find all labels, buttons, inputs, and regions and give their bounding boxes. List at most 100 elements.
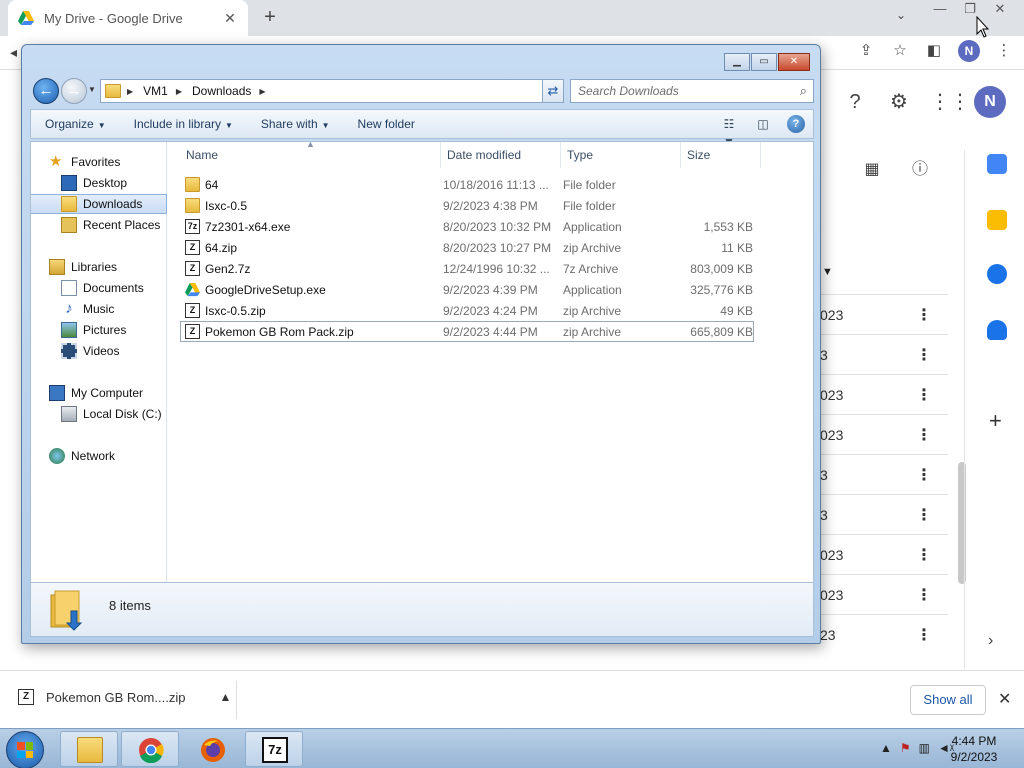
chrome-menu-icon[interactable]: ⋮: [994, 41, 1014, 61]
show-hidden-icons-icon[interactable]: ▲: [880, 741, 892, 755]
nav-libraries[interactable]: Libraries: [31, 257, 167, 277]
forward-button[interactable]: →: [61, 78, 87, 104]
network-icon[interactable]: ▥: [919, 741, 930, 755]
more-actions-icon[interactable]: ⋮: [916, 305, 932, 325]
action-center-icon[interactable]: ⚑: [900, 741, 911, 755]
breadcrumb-separator[interactable]: ▶: [259, 87, 265, 96]
nav-documents[interactable]: Documents: [31, 278, 167, 298]
add-addon-icon[interactable]: +: [989, 408, 1002, 434]
profile-avatar[interactable]: N: [958, 40, 980, 62]
include-in-library-button[interactable]: Include in library ▼: [120, 117, 247, 131]
list-item[interactable]: 023 ⋮: [820, 534, 948, 574]
maximize-button[interactable]: ▭: [751, 53, 777, 71]
apps-grid-icon[interactable]: ⋮⋮: [930, 89, 970, 115]
tab-close-icon[interactable]: ✕: [222, 10, 238, 27]
list-item[interactable]: 023 ⋮: [820, 574, 948, 614]
table-row[interactable]: Z Pokemon GB Rom Pack.zip 9/2/2023 4:44 P…: [180, 321, 754, 342]
more-actions-icon[interactable]: ⋮: [916, 385, 932, 405]
grid-view-icon[interactable]: ▦: [862, 160, 882, 180]
breadcrumb-separator[interactable]: ▶: [127, 87, 133, 96]
support-icon[interactable]: ?: [842, 89, 868, 115]
more-actions-icon[interactable]: ⋮: [916, 545, 932, 565]
taskbar-clock[interactable]: 4:44 PM 9/2/2023: [944, 733, 1004, 765]
list-item[interactable]: 023 ⋮: [820, 374, 948, 414]
list-item[interactable]: 023 ⋮: [820, 294, 948, 334]
list-item[interactable]: 23 ⋮: [820, 614, 948, 654]
back-arrow-icon[interactable]: ◂: [10, 44, 17, 61]
list-item[interactable]: 023 ⋮: [820, 414, 948, 454]
table-row[interactable]: 7z 7z2301-x64.exe 8/20/2023 10:32 PM Appl…: [180, 216, 754, 237]
show-all-button[interactable]: Show all: [910, 685, 986, 715]
nav-desktop[interactable]: Desktop: [31, 173, 167, 193]
tab-my-drive[interactable]: My Drive - Google Drive ✕: [8, 0, 248, 36]
start-button[interactable]: [6, 731, 44, 768]
side-panel-icon[interactable]: ◧: [924, 41, 944, 61]
breadcrumb-separator[interactable]: ▶: [176, 87, 182, 96]
close-button[interactable]: ✕: [778, 53, 810, 71]
search-box[interactable]: ⌕: [570, 79, 814, 103]
account-avatar[interactable]: N: [974, 86, 1006, 118]
table-row[interactable]: GoogleDriveSetup.exe 9/2/2023 4:39 PM Ap…: [180, 279, 754, 300]
share-icon[interactable]: ⇪: [856, 41, 876, 61]
more-actions-icon[interactable]: ⋮: [916, 625, 932, 645]
nav-pictures[interactable]: Pictures: [31, 320, 167, 340]
bookmark-star-icon[interactable]: ☆: [890, 41, 910, 61]
organize-button[interactable]: Organize ▼: [31, 117, 120, 131]
download-item[interactable]: Z Pokemon GB Rom....zip ▲: [18, 689, 231, 705]
sort-caret-icon[interactable]: ▼: [822, 266, 833, 278]
close-button[interactable]: ✕: [990, 0, 1010, 18]
chevron-right-icon[interactable]: ›: [988, 632, 993, 650]
taskbar-chrome[interactable]: [121, 731, 179, 767]
keep-icon[interactable]: [987, 210, 1007, 230]
nav-videos[interactable]: Videos: [31, 341, 167, 361]
table-row[interactable]: Z Gen2.7z 12/24/1996 10:32 ... 7z Archive…: [180, 258, 754, 279]
more-actions-icon[interactable]: ⋮: [916, 585, 932, 605]
nav-music[interactable]: ♪ Music: [31, 299, 167, 319]
back-button[interactable]: ←: [33, 78, 59, 104]
recent-pages-dropdown[interactable]: ▼: [88, 85, 96, 94]
taskbar-7zip[interactable]: 7z: [245, 731, 303, 767]
table-row[interactable]: Z 64.zip 8/20/2023 10:27 PM zip Archive 1…: [180, 237, 754, 258]
more-actions-icon[interactable]: ⋮: [916, 505, 932, 525]
nav-favorites[interactable]: ★ Favorites: [31, 152, 167, 172]
new-folder-button[interactable]: New folder: [344, 117, 429, 131]
tab-search-icon[interactable]: ⌄: [896, 8, 906, 22]
address-bar[interactable]: ▶ VM1 ▶ Downloads ▶ ▼: [100, 79, 562, 103]
change-view-icon[interactable]: ☷ ▼: [719, 115, 739, 149]
nav-recent-places[interactable]: Recent Places: [31, 215, 167, 235]
table-row[interactable]: Isxc-0.5 9/2/2023 4:38 PM File folder: [180, 195, 754, 216]
nav-my-computer[interactable]: My Computer: [31, 383, 167, 403]
search-input[interactable]: [571, 80, 781, 102]
chevron-up-icon[interactable]: ▲: [219, 690, 231, 704]
more-actions-icon[interactable]: ⋮: [916, 345, 932, 365]
share-with-button[interactable]: Share with ▼: [247, 117, 344, 131]
refresh-icon[interactable]: ⇄: [542, 79, 564, 103]
breadcrumb-vm1[interactable]: VM1: [143, 84, 168, 98]
column-header-date[interactable]: Date modified: [441, 142, 561, 168]
minimize-button[interactable]: —: [930, 0, 950, 18]
calendar-icon[interactable]: [987, 154, 1007, 174]
column-header-type[interactable]: Type: [561, 142, 681, 168]
nav-downloads[interactable]: Downloads: [31, 194, 167, 214]
minimize-button[interactable]: ▁: [724, 53, 750, 71]
list-item[interactable]: 3 ⋮: [820, 334, 948, 374]
column-header-name[interactable]: Name: [180, 142, 441, 168]
settings-gear-icon[interactable]: ⚙: [886, 89, 912, 115]
close-icon[interactable]: ✕: [998, 689, 1011, 709]
nav-local-disk[interactable]: Local Disk (C:): [31, 404, 167, 424]
table-row[interactable]: Z Isxc-0.5.zip 9/2/2023 4:24 PM zip Archi…: [180, 300, 754, 321]
preview-pane-icon[interactable]: ◫: [753, 115, 773, 133]
taskbar-explorer[interactable]: [60, 731, 118, 767]
list-item[interactable]: 3 ⋮: [820, 454, 948, 494]
search-icon[interactable]: ⌕: [800, 83, 807, 99]
tasks-icon[interactable]: [987, 264, 1007, 284]
list-item[interactable]: 3 ⋮: [820, 494, 948, 534]
info-icon[interactable]: ⓘ: [910, 160, 930, 180]
breadcrumb-downloads[interactable]: Downloads: [192, 84, 251, 98]
table-row[interactable]: 64 10/18/2016 11:13 ... File folder: [180, 174, 754, 195]
more-actions-icon[interactable]: ⋮: [916, 465, 932, 485]
more-actions-icon[interactable]: ⋮: [916, 425, 932, 445]
new-tab-button[interactable]: +: [260, 6, 280, 28]
column-header-size[interactable]: Size: [681, 142, 761, 168]
taskbar-firefox[interactable]: [183, 731, 241, 767]
